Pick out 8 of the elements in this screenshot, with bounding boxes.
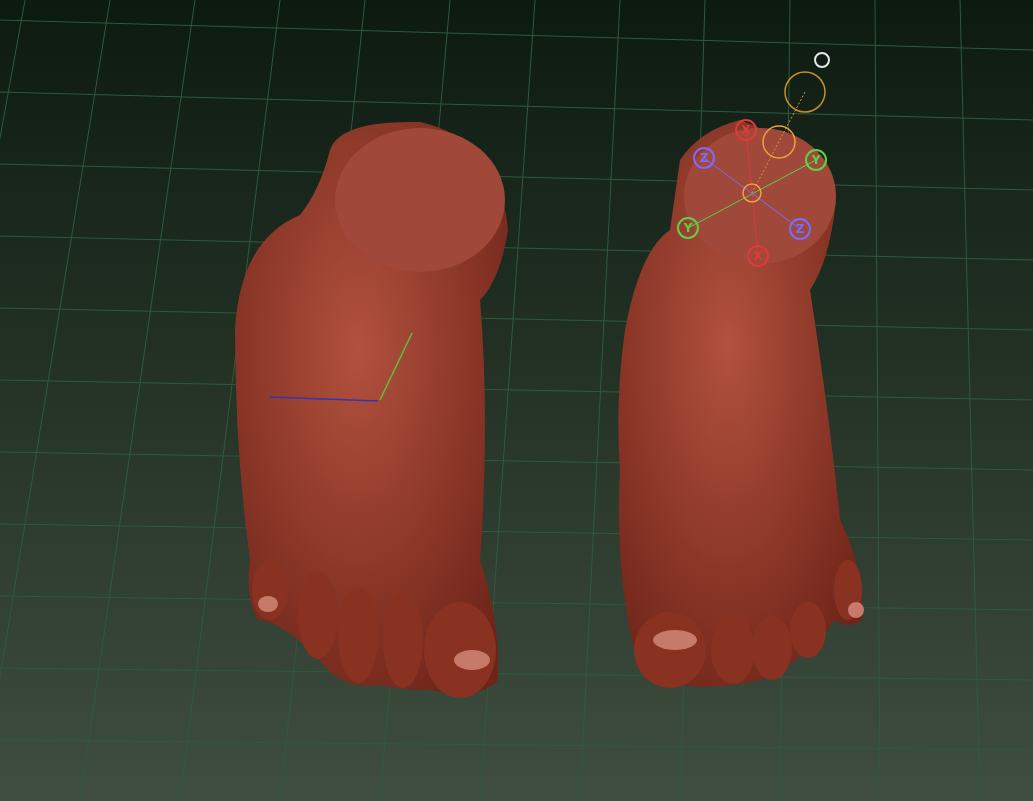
3d-viewport[interactable]: X X Y Y Z Z [0, 0, 1033, 801]
axis-handle[interactable]: Y [677, 217, 699, 239]
axis-handle[interactable]: Z [693, 147, 715, 169]
pivot-circle-icon[interactable] [814, 52, 830, 68]
axis-handle[interactable]: X [735, 119, 757, 141]
axis-handle[interactable]: Z [789, 218, 811, 240]
axis-handle[interactable]: X [747, 245, 769, 267]
axis-handle[interactable]: Y [805, 149, 827, 171]
